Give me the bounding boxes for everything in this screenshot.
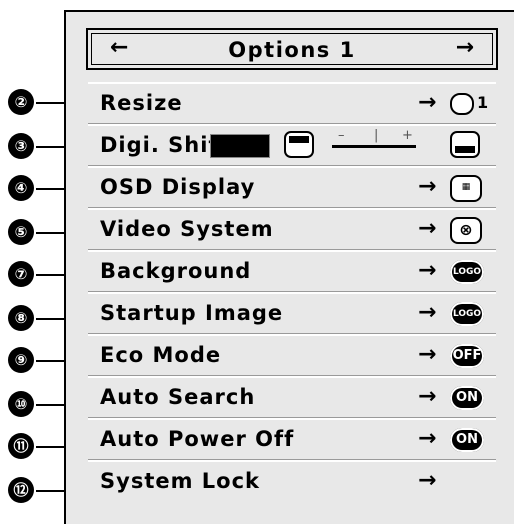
menu-item-resize[interactable]: Resize → 1 — [88, 82, 496, 124]
menu-item-label: Background — [100, 259, 252, 283]
callout-7: ⑦ — [8, 261, 34, 287]
video-system-icon: ⊗ — [450, 217, 482, 244]
menu-item-auto-search[interactable]: Auto Search → ON — [88, 376, 496, 418]
menu-item-label: Startup Image — [100, 301, 284, 325]
screen-top-icon — [284, 131, 314, 158]
arrow-right-icon: → — [418, 300, 437, 325]
callout-5: ⑤ — [8, 219, 34, 245]
arrow-right-icon: → — [418, 426, 437, 451]
callout-10: ⑩ — [8, 391, 34, 417]
menu-item-label: Resize — [100, 91, 183, 115]
menu-item-osd-display[interactable]: OSD Display → ▦ — [88, 166, 496, 208]
callout-3: ③ — [8, 133, 34, 159]
menu-item-startup-image[interactable]: Startup Image → LOGO — [88, 292, 496, 334]
menu-title-bar: ← Options 1 → — [86, 28, 498, 70]
callout-11: ⑪ — [8, 433, 34, 459]
menu-item-digi-shift[interactable]: Digi. Shift – | + — [88, 124, 496, 166]
slider-minus: – — [338, 128, 345, 143]
menu-item-label: Auto Power Off — [100, 427, 295, 451]
arrow-right-icon: → — [418, 342, 437, 367]
menu-item-label: OSD Display — [100, 175, 256, 199]
osd-display-icon: ▦ — [450, 175, 482, 202]
arrow-right-icon: → — [418, 384, 437, 409]
menu-item-system-lock[interactable]: System Lock → — [88, 460, 496, 502]
callout-12: ⑫ — [8, 477, 34, 503]
screen-bottom-icon — [450, 131, 480, 158]
arrow-right-icon: → — [418, 174, 437, 199]
callout-4: ④ — [8, 175, 34, 201]
menu-item-label: Auto Search — [100, 385, 256, 409]
menu-item-label: Video System — [100, 217, 274, 241]
logo-icon: LOGO — [450, 260, 484, 284]
menu-item-background[interactable]: Background → LOGO — [88, 250, 496, 292]
slider-plus: + — [402, 128, 413, 143]
menu-items: Resize → 1 Digi. Shift – | + OSD Display… — [88, 82, 496, 502]
arrow-right-icon: → — [418, 216, 437, 241]
menu-item-label: Eco Mode — [100, 343, 222, 367]
resize-icon — [450, 93, 474, 115]
on-icon: ON — [450, 386, 484, 410]
arrow-right-icon: → — [418, 468, 437, 493]
menu-item-auto-power-off[interactable]: Auto Power Off → ON — [88, 418, 496, 460]
arrow-right-icon: → — [418, 90, 437, 115]
callout-2: ② — [8, 89, 34, 115]
arrow-right-icon[interactable]: → — [456, 35, 474, 60]
menu-item-eco-mode[interactable]: Eco Mode → OFF — [88, 334, 496, 376]
callout-9: ⑨ — [8, 347, 34, 373]
slider-center-tick: | — [374, 128, 379, 143]
on-icon: ON — [450, 428, 484, 452]
options-menu-panel: ← Options 1 → Resize → 1 Digi. Shift – |… — [64, 10, 514, 524]
menu-item-video-system[interactable]: Video System → ⊗ — [88, 208, 496, 250]
off-icon: OFF — [450, 344, 484, 368]
menu-item-label: System Lock — [100, 469, 261, 493]
resize-value: 1 — [477, 93, 489, 112]
digi-shift-slider[interactable] — [332, 145, 416, 148]
logo-icon: LOGO — [450, 302, 484, 326]
arrow-right-icon: → — [418, 258, 437, 283]
digi-shift-value-box — [210, 134, 270, 158]
menu-title: Options 1 — [228, 38, 356, 62]
callout-8: ⑧ — [8, 305, 34, 331]
